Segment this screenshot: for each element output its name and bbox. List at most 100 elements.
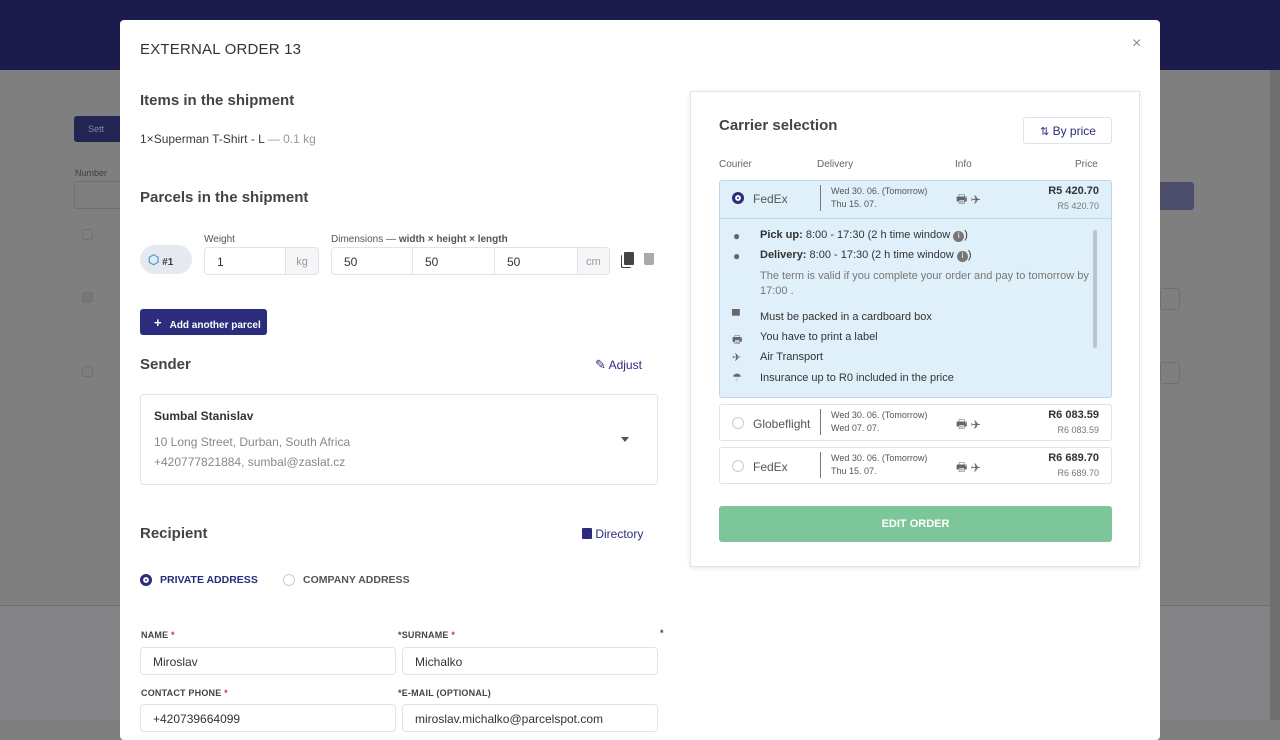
umbrella-icon: ☂ [732, 372, 742, 384]
bg-row-button [1160, 288, 1180, 310]
dimensions-label: Dimensions — width × height × length [331, 234, 508, 245]
bg-number-label: Number [75, 168, 108, 178]
carrier-price: R6 083.59 [1048, 409, 1099, 421]
insurance-note: Insurance up to R0 included in the price [760, 372, 954, 384]
parcels-heading: Parcels in the shipment [140, 189, 309, 206]
term-note: The term is valid if you complete your o… [760, 270, 1089, 297]
box-icon: ⬡ [148, 252, 160, 267]
details-scrollbar[interactable] [1093, 230, 1097, 348]
box-icon: ▀ [732, 310, 740, 322]
carrier-price: R6 689.70 [1048, 452, 1099, 464]
item-weight: — 0.1 kg [267, 132, 316, 146]
private-label: PRIVATE ADDRESS [160, 574, 258, 586]
sender-name: Sumbal Stanislav [154, 409, 254, 423]
trash-icon[interactable] [644, 253, 654, 265]
edit-icon: ✎ [595, 357, 606, 372]
weight-value[interactable]: 1 [205, 248, 285, 274]
required-mark: * [224, 688, 228, 698]
delivery-text: 8:00 - 17:30 (2 h time window [809, 249, 954, 261]
pickup-label: Pick up: [760, 229, 803, 241]
pickup-date: Wed 30. 06. (Tomorrow) [831, 453, 928, 463]
carrier-radio[interactable] [732, 417, 744, 429]
directory-link[interactable]: Directory [582, 527, 643, 541]
edit-order-button[interactable]: EDIT ORDER [719, 506, 1112, 542]
required-mark: * [451, 630, 456, 640]
close-icon[interactable]: × [1132, 35, 1141, 53]
dimensions-input[interactable]: 50 50 50 cm [331, 247, 610, 275]
sort-by-price-button[interactable]: ⇅ By price [1023, 117, 1112, 144]
delivery-date: Thu 15. 07. [831, 466, 877, 476]
adjust-link[interactable]: ✎ Adjust [595, 357, 642, 373]
carrier-option[interactable]: Globeflight Wed 30. 06. (Tomorrow) Wed 07… [719, 404, 1112, 441]
delivery-window: Delivery: 8:00 - 17:30 (2 h time window … [760, 249, 972, 262]
divider [720, 218, 1111, 219]
print-plane-icons: 🖶 ✈ [956, 460, 981, 474]
copy-icon[interactable] [624, 252, 634, 265]
plane-icon: ✈ [732, 352, 742, 364]
pickup-date: Wed 30. 06. (Tomorrow) [831, 410, 928, 420]
carrier-option-selected[interactable]: FedEx Wed 30. 06. (Tomorrow) Thu 15. 07. … [719, 180, 1112, 398]
sort-label: By price [1052, 124, 1096, 138]
phone-label-text: CONTACT PHONE [141, 688, 222, 698]
parcel-badge: ⬡ #1 [140, 245, 192, 274]
order-modal: EXTERNAL ORDER 13 × Items in the shipmen… [120, 20, 1160, 740]
chevron-down-icon[interactable] [621, 437, 629, 442]
items-heading: Items in the shipment [140, 92, 295, 109]
address-book-icon [582, 528, 592, 539]
label-note: You have to print a label [760, 331, 878, 343]
weight-input[interactable]: 1 kg [204, 247, 319, 275]
email-input[interactable]: miroslav.michalko@parcelspot.com [402, 704, 658, 732]
print-plane-icons: 🖶 ✈ [956, 417, 981, 431]
bg-checkbox [82, 229, 93, 240]
email-label: *E-MAIL (OPTIONAL) [398, 688, 491, 698]
info-icon[interactable]: i [956, 251, 968, 262]
carrier-radio[interactable] [732, 460, 744, 472]
print-plane-icons: 🖶 ✈ [956, 192, 981, 206]
air-note: Air Transport [760, 351, 823, 363]
email-label-text: E-MAIL (OPTIONAL) [401, 688, 491, 698]
parcel-number: #1 [162, 257, 174, 268]
sender-select[interactable]: Sumbal Stanislav 10 Long Street, Durban,… [140, 394, 658, 485]
delivery-date: Thu 15. 07. [831, 199, 877, 209]
private-address-radio[interactable]: PRIVATE ADDRESS [140, 574, 258, 586]
carrier-heading: Carrier selection [719, 117, 838, 134]
surname-label: *SURNAME * [398, 630, 455, 640]
sender-heading: Sender [140, 356, 191, 373]
paren: ) [964, 229, 968, 241]
adjust-label: Adjust [608, 358, 642, 372]
phone-label: CONTACT PHONE * [141, 688, 228, 698]
stray-asterisk: * [660, 628, 664, 638]
recipient-heading: Recipient [140, 525, 208, 542]
carrier-radio[interactable] [732, 192, 744, 204]
bg-checkbox [82, 366, 93, 377]
carrier-option[interactable]: FedEx Wed 30. 06. (Tomorrow) Thu 15. 07. … [719, 447, 1112, 484]
delivery-dates: Wed 30. 06. (Tomorrow) Wed 07. 07. [820, 409, 927, 435]
company-label: COMPANY ADDRESS [303, 574, 410, 586]
page-scrollbar[interactable] [1270, 70, 1280, 720]
radio-selected[interactable] [140, 574, 152, 586]
add-parcel-button[interactable]: + Add another parcel [140, 309, 267, 335]
carrier-name: FedEx [753, 460, 788, 474]
col-delivery: Delivery [817, 159, 854, 170]
height-input[interactable]: 50 [413, 248, 495, 274]
paren: ) [967, 249, 972, 261]
phone-input[interactable]: +420739664099 [140, 704, 396, 732]
weight-unit: kg [285, 248, 318, 274]
bg-action-button [1160, 182, 1194, 210]
carrier-price-sub: R5 420.70 [1057, 201, 1099, 211]
length-input[interactable]: 50 [495, 248, 577, 274]
width-input[interactable]: 50 [332, 248, 413, 274]
bg-settings-label: Sett [88, 124, 105, 134]
item-line: 1×Superman T-Shirt - L — 0.1 kg [140, 132, 316, 146]
surname-input[interactable]: Michalko [402, 647, 658, 675]
item-qty: 1× [140, 132, 154, 146]
radio-unselected[interactable] [283, 574, 295, 586]
name-label: NAME * [141, 630, 175, 640]
info-icon[interactable]: i [953, 231, 965, 242]
carrier-price-sub: R6 083.59 [1057, 425, 1099, 435]
name-input[interactable]: Miroslav [140, 647, 396, 675]
company-address-radio[interactable]: COMPANY ADDRESS [283, 574, 410, 586]
directory-label: Directory [595, 527, 644, 541]
clock-icon: ● [733, 229, 741, 243]
delivery-dates: Wed 30. 06. (Tomorrow) Thu 15. 07. [820, 452, 927, 478]
